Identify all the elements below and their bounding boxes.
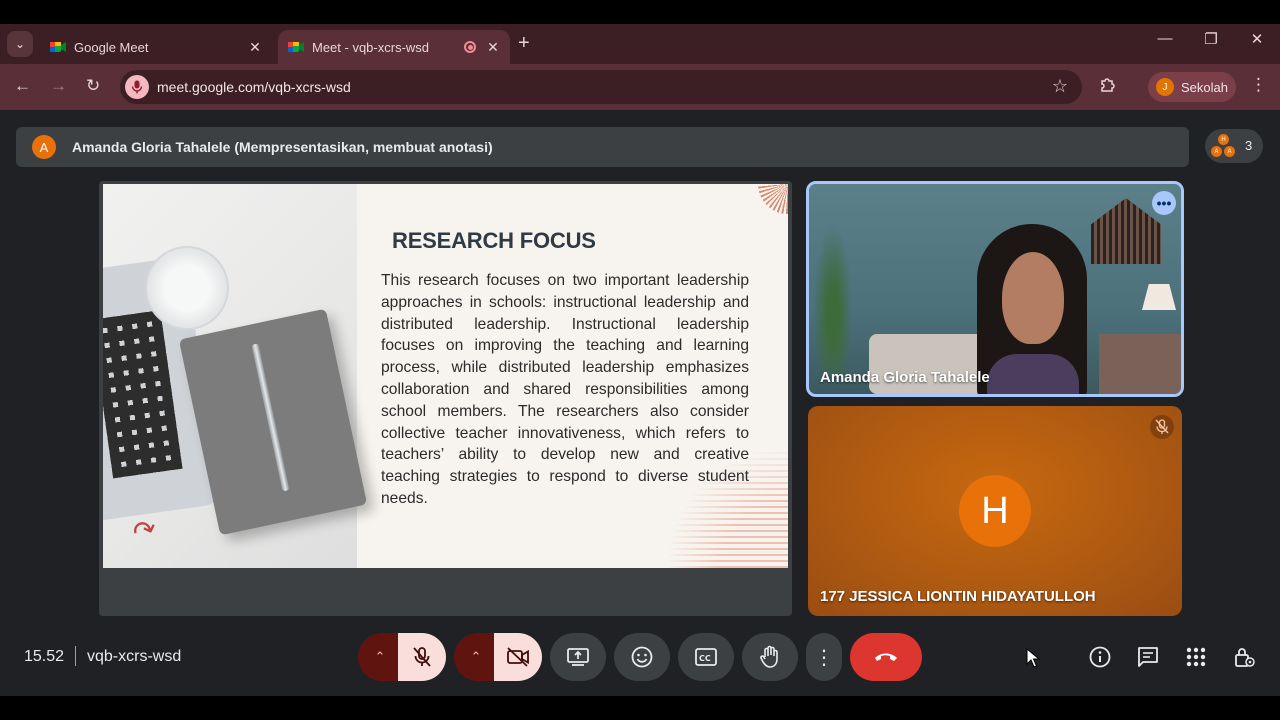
svg-text:CC: CC <box>699 654 711 663</box>
slide-decoration <box>758 184 788 214</box>
divider <box>75 646 76 666</box>
mic-off-icon <box>1150 415 1174 439</box>
participant-name: 177 JESSICA LIONTIN HIDAYATULLOH <box>820 588 1096 605</box>
participant-tile[interactable]: H 177 JESSICA LIONTIN HIDAYATULLOH <box>808 406 1182 616</box>
tab-meet-call[interactable]: Meet - vqb-xcrs-wsd ✕ <box>278 30 510 64</box>
presentation-slide: ↷ RESEARCH FOCUS This research focuses o… <box>103 184 788 568</box>
tab-title: Google Meet <box>74 39 149 55</box>
more-options-icon[interactable]: ⋮ <box>806 633 842 681</box>
slide-photo: ↷ <box>103 184 368 568</box>
star-icon[interactable]: ☆ <box>1052 76 1068 97</box>
avatar: H <box>1218 134 1229 145</box>
new-tab-icon[interactable]: + <box>518 32 530 55</box>
menu-icon[interactable]: ⋮ <box>1250 75 1267 95</box>
address-bar[interactable]: meet.google.com/vqb-xcrs-wsd ☆ <box>120 70 1082 104</box>
slide-title: RESEARCH FOCUS <box>392 228 596 253</box>
close-tab-icon[interactable]: ✕ <box>482 39 504 56</box>
browser-toolbar: ← → ↻ meet.google.com/vqb-xcrs-wsd ☆ <box>0 64 1280 110</box>
presentation-stage[interactable]: ↷ RESEARCH FOCUS This research focuses o… <box>99 181 792 616</box>
restore-icon[interactable]: ❐ <box>1188 30 1234 48</box>
participant-count: 3 <box>1245 138 1253 153</box>
tab-search-icon[interactable]: ⌄ <box>7 31 33 57</box>
emoji-button[interactable] <box>614 633 670 681</box>
participants-avatars: H A A <box>1211 134 1237 158</box>
google-meet-logo-icon <box>288 40 304 54</box>
avatar: J <box>1156 78 1174 96</box>
profile-chip[interactable]: J Sekolah <box>1148 72 1236 102</box>
mic-icon[interactable] <box>125 75 149 99</box>
activities-icon[interactable] <box>1184 645 1208 669</box>
avatar: H <box>959 475 1031 547</box>
reload-icon[interactable]: ↻ <box>86 76 100 96</box>
video-settings-chevron-icon[interactable]: ⌃ <box>454 633 498 681</box>
recording-icon <box>464 41 476 53</box>
camera-toggle-button[interactable] <box>494 633 542 681</box>
present-button[interactable] <box>550 633 606 681</box>
slide-body: This research focuses on two important l… <box>381 272 749 507</box>
mouse-cursor-icon <box>1026 647 1041 673</box>
host-controls-icon[interactable] <box>1232 645 1256 669</box>
back-icon[interactable]: ← <box>14 76 31 96</box>
chat-icon[interactable] <box>1136 645 1160 669</box>
participant-name: Amanda Gloria Tahalele <box>820 369 990 386</box>
annotation-mark: ↷ <box>128 511 162 550</box>
clock: 15.52 <box>24 648 65 665</box>
google-meet-logo-icon <box>50 40 66 54</box>
extensions-icon[interactable] <box>1099 76 1117 99</box>
profile-name: Sekolah <box>1181 79 1228 95</box>
tab-title: Meet - vqb-xcrs-wsd <box>312 39 430 55</box>
window-close-icon[interactable]: ✕ <box>1234 30 1280 48</box>
more-options-icon[interactable]: ••• <box>1152 191 1176 215</box>
avatar: A <box>32 135 56 159</box>
close-tab-icon[interactable]: ✕ <box>244 39 266 56</box>
meeting-code: vqb-xcrs-wsd <box>87 648 182 665</box>
participants-button[interactable]: H A A 3 <box>1205 129 1263 163</box>
tab-google-meet[interactable]: Google Meet ✕ <box>40 30 272 64</box>
tab-strip: ⌄ Google Meet ✕ Meet - vqb-xcrs-wsd ✕ + … <box>0 24 1280 64</box>
mic-off-icon <box>413 647 431 667</box>
meeting-info-icon[interactable] <box>1088 645 1112 669</box>
raise-hand-button[interactable] <box>742 633 798 681</box>
present-screen-icon <box>567 648 589 666</box>
audio-settings-chevron-icon[interactable]: ⌃ <box>358 633 402 681</box>
participant-tile-speaker[interactable]: ••• Amanda Gloria Tahalele <box>806 181 1184 397</box>
mic-toggle-button[interactable] <box>398 633 446 681</box>
avatar: A <box>1211 146 1222 157</box>
presenter-text: Amanda Gloria Tahalele (Mempresentasikan… <box>72 139 493 155</box>
camera-off-icon <box>507 647 529 667</box>
presenter-banner: A Amanda Gloria Tahalele (Mempresentasik… <box>16 127 1189 167</box>
video-feed <box>809 184 1181 394</box>
avatar: A <box>1224 146 1235 157</box>
minimize-icon[interactable]: — <box>1142 30 1188 47</box>
captions-icon: CC <box>695 648 717 666</box>
leave-call-button[interactable] <box>850 633 922 681</box>
hand-icon <box>760 645 778 668</box>
url-text: meet.google.com/vqb-xcrs-wsd <box>157 79 351 95</box>
glass-image <box>145 246 229 330</box>
app-window: ⌄ Google Meet ✕ Meet - vqb-xcrs-wsd ✕ + … <box>0 24 1280 696</box>
captions-button[interactable]: CC <box>678 633 734 681</box>
hang-up-icon <box>875 653 897 661</box>
emoji-icon <box>631 646 653 668</box>
forward-icon[interactable]: → <box>50 76 67 96</box>
